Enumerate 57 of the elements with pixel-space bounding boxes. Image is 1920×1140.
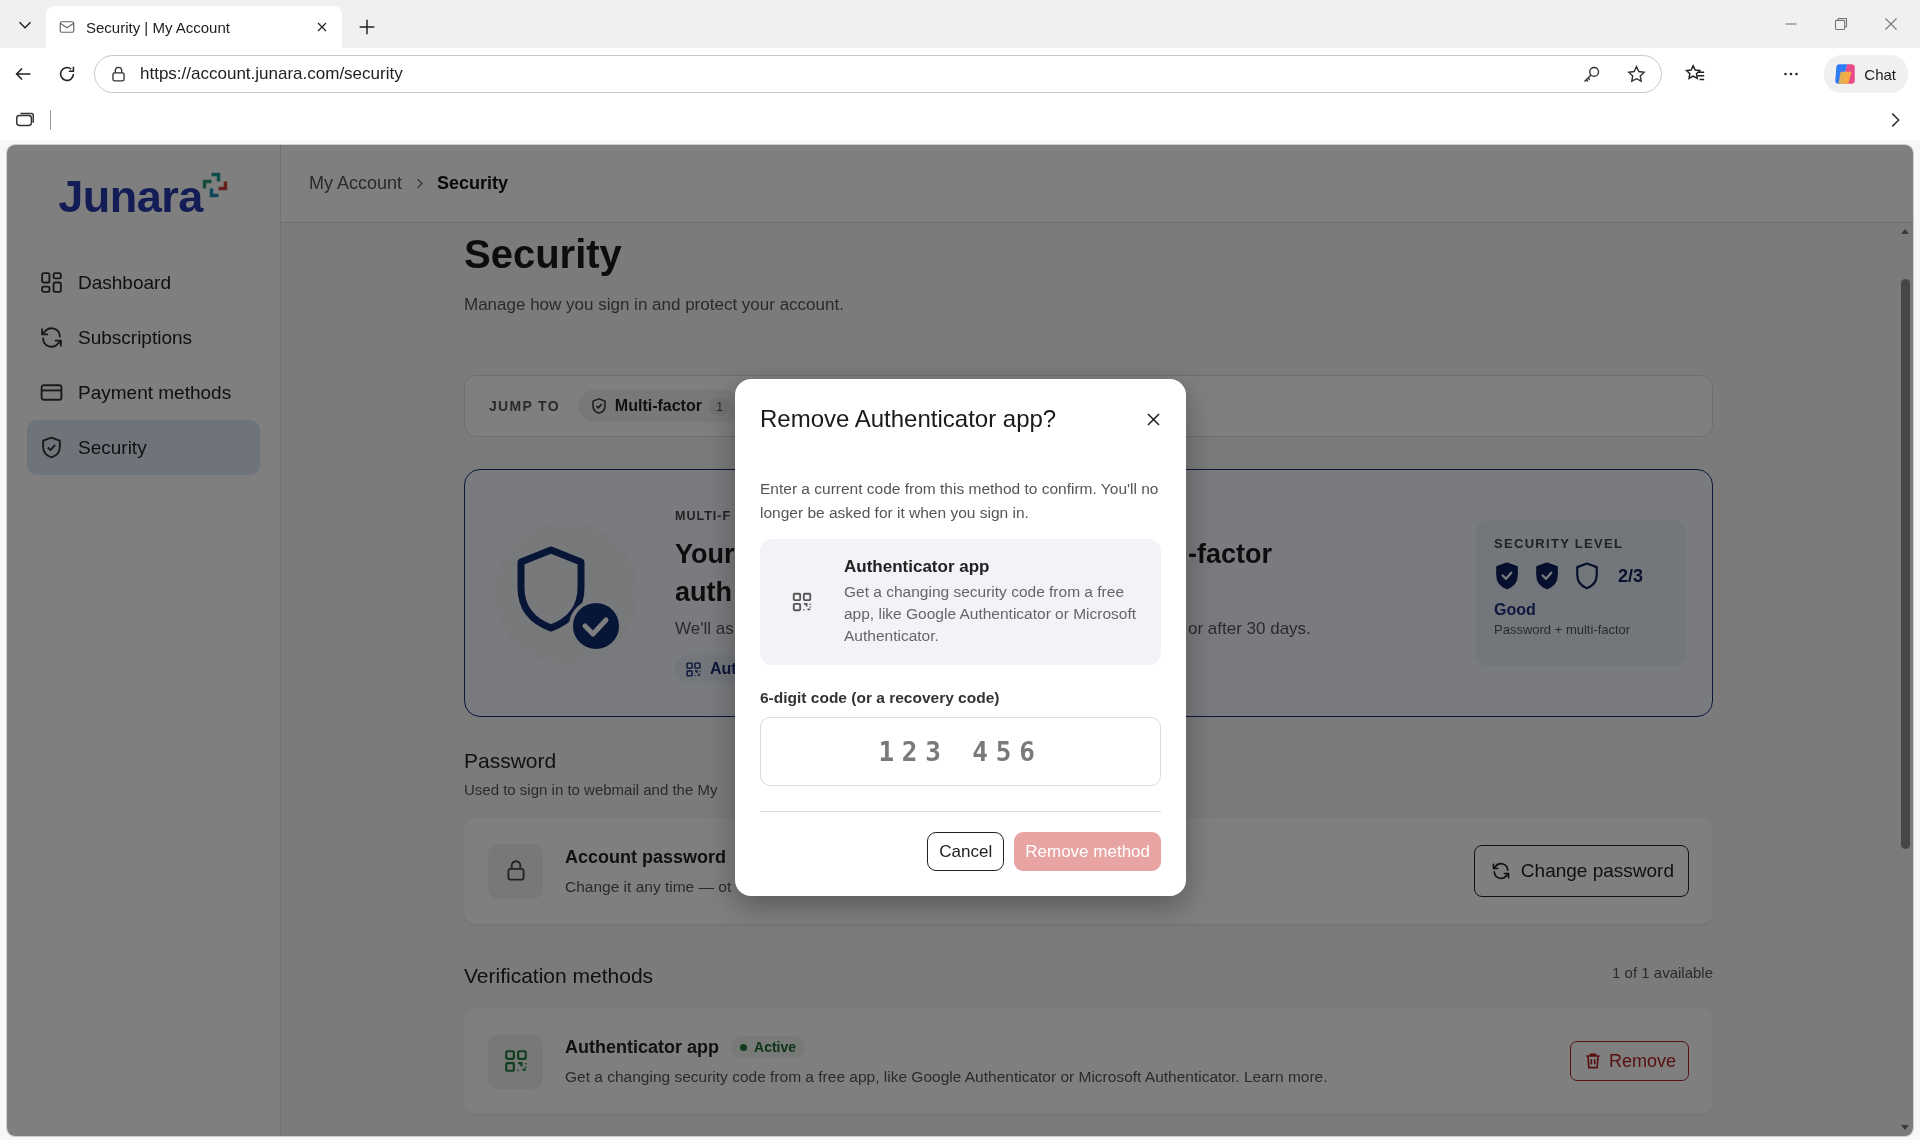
card-description: We'll as (675, 619, 734, 639)
card-heading: -factor (1188, 538, 1272, 571)
section-eyebrow: MULTI-F (675, 509, 732, 523)
refresh-icon (39, 325, 64, 350)
qr-code-icon (502, 1048, 529, 1074)
field-label: 6-digit code (or a recovery code) (760, 689, 1001, 707)
url-text: https://account.junara.com/security (140, 64, 404, 84)
change-password-button[interactable]: Change password (1473, 845, 1689, 897)
mail-icon (58, 18, 76, 36)
code-field[interactable]: 123 456 (760, 717, 1161, 786)
breadcrumb-item: Security (437, 173, 509, 194)
sidebar-item[interactable]: Dashboard (27, 255, 260, 310)
qr-code-icon (791, 591, 813, 613)
chat-button[interactable]: Chat (1824, 55, 1908, 93)
shield-icon (589, 397, 608, 415)
lock-icon (109, 64, 128, 84)
method-name: Authenticator app (844, 557, 991, 577)
security-detail: Password + multi-factor (1494, 622, 1632, 637)
section-heading: Password (464, 749, 557, 773)
card-description: or after 30 days. (1188, 619, 1311, 639)
card-heading: Your (675, 538, 735, 571)
sidebar-item[interactable]: Subscriptions (27, 310, 260, 365)
refresh-icon (1490, 861, 1511, 881)
sidebar-item[interactable]: Payment methods (27, 365, 260, 420)
security-rating: Good (1494, 601, 1537, 619)
breadcrumb-item[interactable]: My Account (309, 173, 403, 194)
dashboard-icon (39, 270, 64, 295)
star-icon[interactable] (1626, 63, 1647, 85)
available-count: 1 of 1 available (1612, 964, 1713, 981)
shield-icon (39, 435, 64, 460)
sidebar-item[interactable]: Security (27, 420, 260, 475)
browser-tab[interactable]: Security | My Account (46, 6, 342, 48)
section-description: Used to sign in to webmail and the My (464, 781, 718, 798)
remove-button[interactable]: Remove (1569, 1041, 1689, 1081)
qr-code-icon (685, 660, 702, 678)
tab-title: Security | My Account (86, 18, 231, 36)
jump-to-label: JUMP TO (489, 398, 560, 414)
scroll-up-icon[interactable] (1900, 227, 1910, 237)
item-title: Authenticator app (565, 1036, 719, 1058)
item-title: Account password (565, 846, 727, 868)
item-description: Get a changing security code from a free app, like Google Authenticator or Microsoft Authenticator. Learn more. (565, 1068, 1328, 1086)
method-description: Get a changing security code from a free app, like Google Authenticator or Microsoft Authenticator. (844, 582, 1138, 646)
cancel-button[interactable]: Cancel (927, 832, 1005, 871)
security-score: 2/3 (1618, 565, 1644, 587)
dialog-message: Enter a current code from this method to confirm. You'll no longer be asked for it when you sign in. (760, 479, 1160, 523)
card-heading: auth (675, 576, 732, 609)
security-level-label: SECURITY LEVEL (1494, 536, 1625, 551)
status-badge: Active (731, 1036, 806, 1058)
count-badge: 1 (708, 397, 731, 415)
logo[interactable]: Junara (58, 171, 229, 223)
item-description: Change it any time — ot (565, 877, 732, 896)
method-chip: Aut (675, 655, 737, 683)
page-title: Security (464, 231, 623, 278)
scroll-down-icon[interactable] (1900, 1122, 1910, 1132)
section-heading: Verification methods (464, 964, 654, 988)
dialog-title: Remove Authenticator app? (760, 405, 1057, 433)
page-subtitle: Manage how you sign in and protect your account. (464, 295, 845, 315)
